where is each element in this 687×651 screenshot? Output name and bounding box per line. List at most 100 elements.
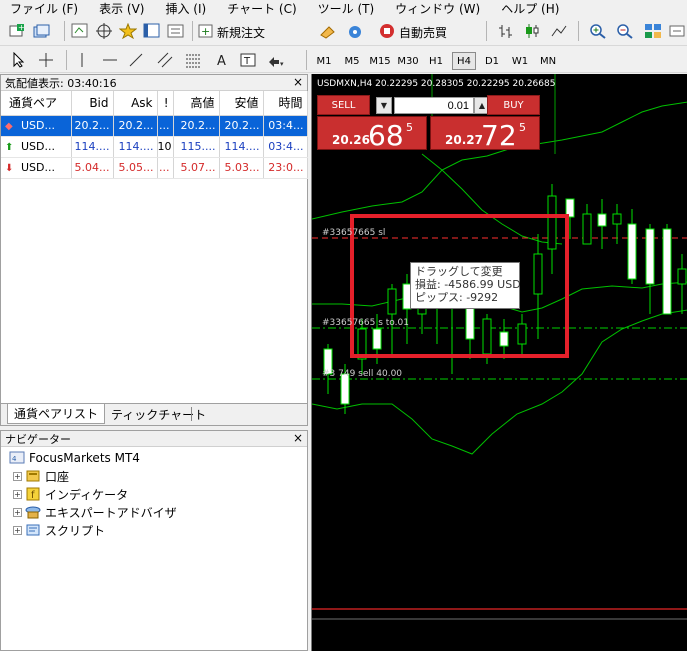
- chart-scroll-icon[interactable]: [668, 21, 687, 41]
- signals-icon[interactable]: [345, 21, 365, 41]
- timeframe-m15[interactable]: M15: [368, 52, 392, 70]
- accounts-icon: [25, 469, 41, 483]
- zoom-out-icon[interactable]: [615, 21, 635, 41]
- column-high[interactable]: 高値: [173, 91, 220, 116]
- tab-symbols[interactable]: 通貨ペアリスト: [7, 404, 106, 424]
- timeframe-m1[interactable]: M1: [312, 52, 336, 70]
- svg-text:4: 4: [12, 455, 17, 463]
- close-icon[interactable]: ×: [293, 431, 303, 445]
- column-spread[interactable]: !: [157, 91, 174, 116]
- column-ask[interactable]: Ask: [113, 91, 158, 116]
- table-row[interactable]: ◆ USD... 20.2... 20.2... ... 20.2... 20.2…: [1, 115, 308, 137]
- sell-price-sup: 5: [406, 121, 413, 134]
- navigator-item-indicators[interactable]: + f インディケータ: [13, 485, 128, 503]
- text-icon[interactable]: A: [212, 50, 232, 70]
- equidistant-channel-icon[interactable]: [155, 50, 175, 70]
- expand-icon[interactable]: +: [13, 489, 22, 499]
- candlestick-icon[interactable]: [522, 21, 542, 41]
- symbol-cell: USD...: [21, 140, 55, 153]
- profiles-icon[interactable]: [32, 21, 52, 41]
- menu-view[interactable]: 表示 (V): [99, 0, 144, 17]
- bid-cell: 114....: [71, 136, 114, 158]
- timeframe-w1[interactable]: W1: [508, 52, 532, 70]
- lot-input[interactable]: [394, 97, 474, 114]
- timeframe-m30[interactable]: M30: [396, 52, 420, 70]
- svg-text:T: T: [243, 56, 251, 67]
- navigator-root[interactable]: 4 FocusMarkets MT4: [9, 449, 140, 467]
- chart-window[interactable]: USDMXN,H4 20.22295 20.28305 20.22295 20.…: [311, 74, 687, 651]
- column-bid[interactable]: Bid: [71, 91, 114, 116]
- expand-icon[interactable]: +: [13, 525, 22, 535]
- table-row[interactable]: ⬇ USD... 5.04... 5.05... ... 5.07... 5.03…: [1, 157, 308, 179]
- navigator-item-experts[interactable]: + エキスパートアドバイザ: [13, 503, 177, 521]
- menu-chart[interactable]: チャート (C): [227, 0, 296, 17]
- ask-cell: 5.05...: [113, 157, 158, 179]
- main-toolbar: + + 新規注文 自動売買: [0, 17, 687, 46]
- candle-body: [662, 228, 672, 315]
- data-window-icon[interactable]: [94, 21, 114, 41]
- price-chart-canvas[interactable]: [312, 74, 687, 651]
- trendline-icon[interactable]: [126, 50, 146, 70]
- menu-tools[interactable]: ツール (T): [318, 0, 375, 17]
- new-order-button[interactable]: 新規注文: [217, 24, 265, 41]
- timeframe-h4[interactable]: H4: [452, 52, 476, 70]
- navigator-item-accounts[interactable]: + 口座: [13, 467, 69, 485]
- svg-text:f: f: [31, 490, 35, 501]
- menu-help[interactable]: ヘルプ (H): [501, 0, 559, 17]
- sell-button[interactable]: SELL: [317, 95, 370, 115]
- new-order-icon[interactable]: +: [196, 21, 216, 41]
- buy-price-big: 72: [481, 119, 517, 152]
- line-chart-icon[interactable]: [549, 21, 569, 41]
- cursor-icon[interactable]: [8, 50, 28, 70]
- buy-price-panel[interactable]: 20.27 72 5: [430, 116, 540, 152]
- expand-icon[interactable]: +: [13, 507, 22, 517]
- tile-windows-icon[interactable]: [643, 21, 663, 41]
- close-icon[interactable]: ×: [293, 75, 303, 89]
- buy-button[interactable]: BUY: [487, 95, 540, 115]
- candle-body: [465, 303, 475, 340]
- auto-trade-icon[interactable]: [377, 21, 397, 41]
- sell-price-panel[interactable]: 20.26 68 5: [317, 116, 427, 152]
- time-cell: 03:4...: [263, 115, 308, 137]
- timeframe-mn[interactable]: MN: [536, 52, 560, 70]
- navigator-icon[interactable]: [118, 21, 138, 41]
- fibonacci-icon[interactable]: [183, 50, 203, 70]
- zoom-in-icon[interactable]: [588, 21, 608, 41]
- column-time[interactable]: 時間: [263, 91, 308, 116]
- auto-trade-button[interactable]: 自動売買: [399, 24, 447, 41]
- svg-text:+: +: [201, 25, 210, 38]
- column-symbol[interactable]: 通貨ペア: [1, 91, 72, 116]
- bar-chart-icon[interactable]: [496, 21, 516, 41]
- expand-icon[interactable]: +: [13, 471, 22, 481]
- arrows-icon[interactable]: ▾: [266, 50, 286, 70]
- tab-tick-chart[interactable]: ティックチャート: [105, 404, 212, 424]
- menu-file[interactable]: ファイル (F): [10, 0, 78, 17]
- sell-price-small: 20.26: [332, 133, 370, 147]
- inner-curve: [421, 153, 563, 245]
- timeframe-m5[interactable]: M5: [340, 52, 364, 70]
- horizontal-line-icon[interactable]: [100, 50, 120, 70]
- menu-bar: ファイル (F) 表示 (V) 挿入 (I) チャート (C) ツール (T) …: [0, 0, 687, 16]
- terminal-icon[interactable]: [142, 21, 162, 41]
- metaeditor-icon[interactable]: [318, 21, 338, 41]
- market-watch-icon[interactable]: [70, 21, 90, 41]
- navigator-item-scripts[interactable]: + スクリプト: [13, 521, 105, 539]
- lot-decrease-button[interactable]: ▼: [376, 97, 392, 114]
- timeframe-h1[interactable]: H1: [424, 52, 448, 70]
- menu-window[interactable]: ウィンドウ (W): [395, 0, 480, 17]
- timeframe-d1[interactable]: D1: [480, 52, 504, 70]
- strategy-tester-icon[interactable]: [166, 21, 186, 41]
- navigator-title: ナビゲーター: [5, 432, 71, 446]
- crosshair-icon[interactable]: [36, 50, 56, 70]
- column-low[interactable]: 安値: [219, 91, 264, 116]
- table-row[interactable]: ⬆ USD... 114.... 114.... 10 115.... 114..…: [1, 136, 308, 158]
- navigator-item-label: スクリプト: [45, 523, 106, 538]
- menu-insert[interactable]: 挿入 (I): [165, 0, 206, 17]
- market-watch-title: 気配値表示: 03:40:16: [5, 76, 117, 90]
- ask-cell: 114....: [113, 136, 158, 158]
- market-watch-header: 気配値表示: 03:40:16 ×: [1, 75, 307, 91]
- text-label-icon[interactable]: T: [238, 50, 258, 70]
- candle-body: [547, 195, 557, 250]
- new-chart-icon[interactable]: +: [8, 21, 28, 41]
- vertical-line-icon[interactable]: [72, 50, 92, 70]
